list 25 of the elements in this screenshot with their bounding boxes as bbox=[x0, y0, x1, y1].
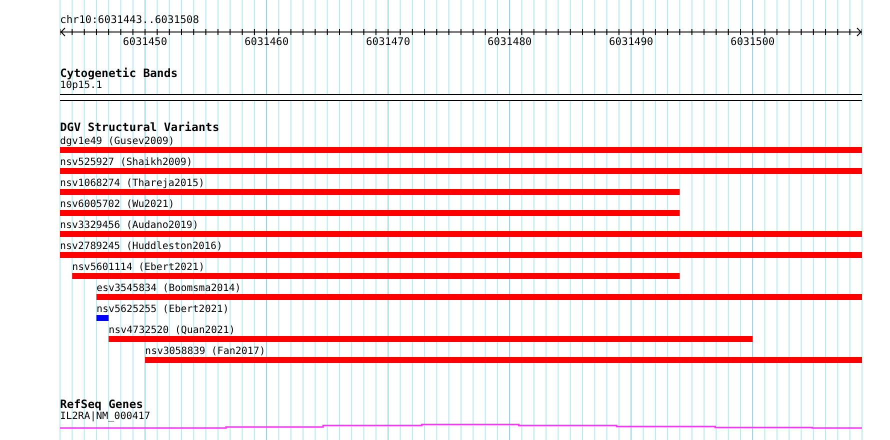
tick-label: 6031470 bbox=[366, 36, 410, 47]
variant-label: nsv6005702 (Wu2021) bbox=[60, 199, 174, 210]
tick-label: 6031450 bbox=[122, 36, 168, 47]
variant-label: esv3545834 (Boomsma2014) bbox=[96, 283, 241, 294]
variant-label: nsv3058839 (Fan2017) bbox=[145, 346, 266, 357]
band-label: 10p15.1 bbox=[60, 80, 104, 92]
gene-label: IL2RA|NM_000417 bbox=[60, 411, 152, 423]
variant-label: nsv4732520 (Quan2021) bbox=[108, 325, 236, 336]
track-title: DGV Structural Variants bbox=[60, 121, 220, 134]
variant-label: nsv2789245 (Huddleston2016) bbox=[60, 241, 223, 252]
variant-label: nsv5625255 (Ebert2021) bbox=[96, 304, 229, 315]
tick-label: 6031480 bbox=[487, 36, 532, 47]
variant-bar[interactable] bbox=[96, 315, 109, 321]
gene-line[interactable] bbox=[60, 424, 862, 429]
variant-label: nsv5601114 (Ebert2021) bbox=[72, 262, 205, 273]
variant-label: nsv3329456 (Audano2019) bbox=[60, 220, 198, 231]
location-label: chr10:6031443..6031508 bbox=[60, 14, 200, 27]
tick-label: 6031500 bbox=[730, 36, 775, 47]
variant-label: nsv525927 (Shaikh2009) bbox=[60, 157, 192, 168]
track-title: Cytogenetic Bands bbox=[60, 67, 179, 80]
track-title: RefSeq Genes bbox=[60, 398, 144, 411]
tick-label: 6031490 bbox=[609, 36, 654, 47]
variant-label: dgv1e49 (Gusev2009) bbox=[60, 136, 174, 147]
tick-label: 6031460 bbox=[244, 36, 289, 47]
variant-label: nsv1068274 (Thareja2015) bbox=[60, 178, 204, 189]
